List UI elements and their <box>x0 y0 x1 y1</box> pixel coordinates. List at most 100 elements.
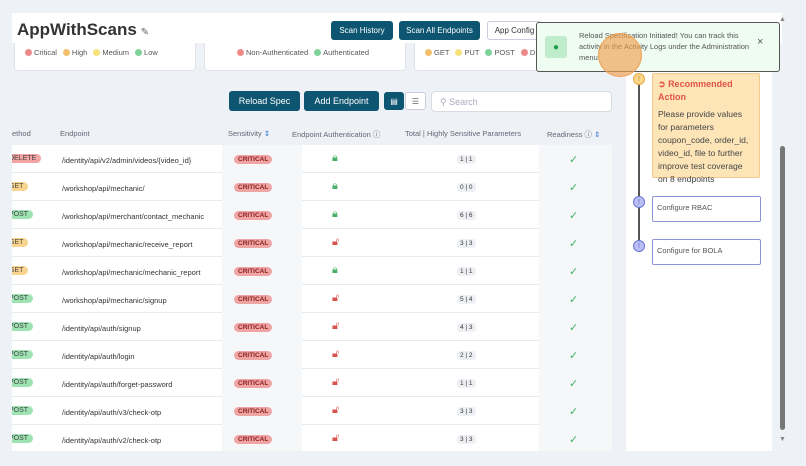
reload-spec-button[interactable]: Reload Spec <box>229 91 300 111</box>
sensitivity-badge: CRITICAL <box>234 351 273 360</box>
endpoint-path[interactable]: /identity/api/auth/v3/check-otp <box>62 408 161 417</box>
endpoint-path[interactable]: /identity/api/auth/forget-password <box>62 380 172 389</box>
method-badge: DELETE <box>12 154 42 163</box>
configure-bola-card[interactable]: Configure for BOLA <box>652 239 761 265</box>
app-config-button[interactable]: App Config <box>487 21 542 40</box>
scroll-up-icon[interactable]: ▲ <box>779 16 786 23</box>
table-row[interactable]: POST /identity/api/auth/v3/check-otp CRI… <box>12 397 612 425</box>
pencil-icon[interactable]: ✎ <box>141 27 149 38</box>
col-auth[interactable]: Endpoint Authentication ⓘ <box>292 129 380 140</box>
method-badge: POST <box>12 434 34 443</box>
legend-item: Authenticated <box>314 48 369 70</box>
method-badge: POST <box>12 378 34 387</box>
method-badge: GET <box>12 182 29 191</box>
legend-dot <box>425 49 432 56</box>
table-row[interactable]: GET /workshop/api/mechanic/ CRITICAL 🔒︎ … <box>12 173 612 201</box>
sort-icon[interactable]: ⇕ <box>594 130 600 139</box>
table-row[interactable]: POST /identity/api/auth/v2/check-otp CRI… <box>12 425 612 451</box>
method-badge: POST <box>12 406 34 415</box>
params-count: 6 | 6 <box>457 211 476 220</box>
check-circle-icon: ● <box>545 36 567 58</box>
check-icon: ✓ <box>569 322 579 334</box>
method-badge: POST <box>12 350 34 359</box>
scan-all-endpoints-button[interactable]: Scan All Endpoints <box>399 21 480 40</box>
endpoint-path[interactable]: /identity/api/auth/v2/check-otp <box>62 436 161 445</box>
configure-rbac-card[interactable]: Configure RBAC <box>652 196 761 222</box>
table-row[interactable]: DELETE /identity/api/v2/admin/videos/{vi… <box>12 145 612 173</box>
auth-legend: Non-Authenticated Authenticated <box>204 43 406 71</box>
sensitivity-legend: Critical High Medium Low <box>14 43 196 71</box>
lock-icon: 🔒︎ <box>332 208 338 220</box>
unlock-icon: 🔓︎ <box>332 236 340 248</box>
params-count: 4 | 3 <box>457 323 476 332</box>
endpoint-path[interactable]: /workshop/api/mechanic/receive_report <box>62 240 192 249</box>
check-icon: ✓ <box>569 182 579 194</box>
info-icon: ⓘ <box>584 130 593 139</box>
legend-dot <box>520 49 528 56</box>
col-endpoint[interactable]: Endpoint <box>60 129 90 138</box>
table-row[interactable]: POST /identity/api/auth/login CRITICAL 🔓… <box>12 341 612 369</box>
legend-item: Medium <box>93 48 129 70</box>
endpoint-path[interactable]: /identity/api/auth/signup <box>62 324 141 333</box>
legend-item: Critical <box>25 48 57 70</box>
sensitivity-badge: CRITICAL <box>234 183 273 192</box>
table-view-icon[interactable]: ▤ <box>384 92 404 110</box>
scroll-down-icon[interactable]: ▼ <box>779 436 786 443</box>
add-endpoint-button[interactable]: Add Endpoint <box>304 91 379 111</box>
legend-dot <box>485 49 493 56</box>
lock-icon: 🔒︎ <box>332 180 338 192</box>
params-count: 3 | 3 <box>457 239 476 248</box>
col-params[interactable]: Total | Highly Sensitive Parameters <box>405 129 521 138</box>
method-badge: GET <box>12 266 29 275</box>
check-icon: ✓ <box>569 294 579 306</box>
scan-history-button[interactable]: Scan History <box>331 21 393 40</box>
unlock-icon: 🔓︎ <box>332 404 340 416</box>
table-row[interactable]: POST /workshop/api/merchant/contact_mech… <box>12 201 612 229</box>
sensitivity-badge: CRITICAL <box>234 239 273 248</box>
legend-dot <box>93 49 101 56</box>
table-row[interactable]: GET /workshop/api/mechanic/mechanic_repo… <box>12 257 612 285</box>
scrollbar[interactable] <box>780 146 785 430</box>
sensitivity-badge: CRITICAL <box>234 407 273 416</box>
page-title: AppWithScans ✎ <box>17 20 150 39</box>
sensitivity-badge: CRITICAL <box>234 155 273 164</box>
check-icon: ✓ <box>569 406 579 418</box>
lock-icon: 🔒︎ <box>332 152 338 164</box>
table-row[interactable]: POST /identity/api/auth/signup CRITICAL … <box>12 313 612 341</box>
sensitivity-badge: CRITICAL <box>234 295 273 304</box>
search-input[interactable]: ⚲ Search <box>431 91 612 112</box>
table-row[interactable]: GET /workshop/api/mechanic/receive_repor… <box>12 229 612 257</box>
endpoint-path[interactable]: /workshop/api/mechanic/ <box>62 184 145 193</box>
legend-item: High <box>62 48 87 70</box>
cursor-highlight <box>598 33 642 77</box>
method-badge: POST <box>12 210 34 219</box>
unlock-icon: 🔓︎ <box>332 376 340 388</box>
list-view-icon[interactable]: ☰ <box>405 92 426 110</box>
legend-dot <box>237 49 244 56</box>
legend-item: Non-Authenticated <box>237 48 308 70</box>
endpoint-path[interactable]: /workshop/api/mechanic/signup <box>62 296 167 305</box>
params-count: 5 | 4 <box>457 295 476 304</box>
info-node-icon: ! <box>633 240 645 252</box>
col-method[interactable]: ethod <box>12 129 31 138</box>
col-sensitivity[interactable]: Sensitivity ⇕ <box>228 129 270 138</box>
method-legend: GET PUT POST D <box>414 43 554 71</box>
unlock-icon: 🔓︎ <box>332 320 340 332</box>
recommended-action-card: ➲ Recommended Action Please provide valu… <box>652 73 760 184</box>
endpoint-path[interactable]: /identity/api/auth/login <box>62 352 135 361</box>
table-row[interactable]: POST /workshop/api/mechanic/signup CRITI… <box>12 285 612 313</box>
params-count: 3 | 3 <box>457 435 476 444</box>
endpoint-path[interactable]: /workshop/api/mechanic/mechanic_report <box>62 268 200 277</box>
params-count: 0 | 0 <box>457 183 476 192</box>
sensitivity-badge: CRITICAL <box>234 435 273 444</box>
endpoint-path[interactable]: /workshop/api/merchant/contact_mechanic <box>62 212 204 221</box>
legend-dot <box>62 49 70 56</box>
endpoint-path[interactable]: /identity/api/v2/admin/videos/{video_id} <box>62 156 191 165</box>
check-icon: ✓ <box>569 350 579 362</box>
close-icon[interactable]: × <box>757 37 763 48</box>
col-readiness[interactable]: Readiness ⓘ ⇕ <box>547 129 600 140</box>
sort-icon[interactable]: ⇕ <box>264 129 270 138</box>
params-count: 1 | 1 <box>457 267 476 276</box>
table-row[interactable]: POST /identity/api/auth/forget-password … <box>12 369 612 397</box>
warning-icon: ! <box>633 73 645 85</box>
